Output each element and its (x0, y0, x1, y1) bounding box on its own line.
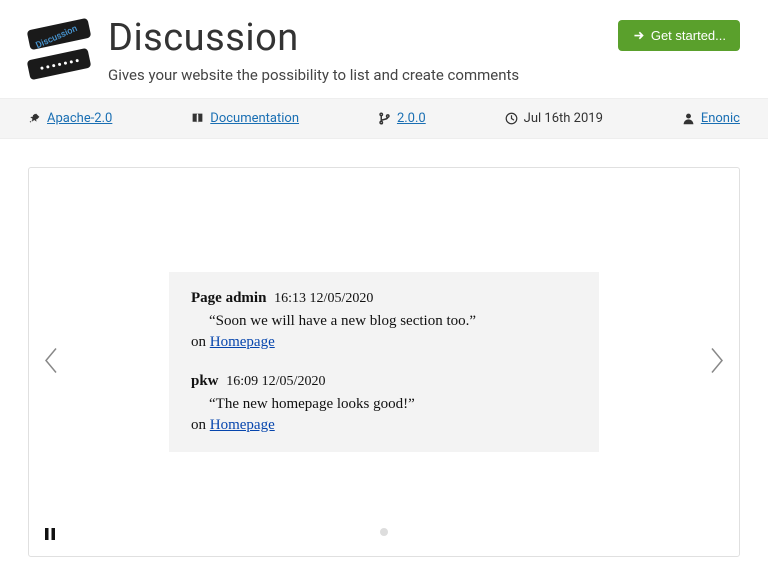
carousel-pause-button[interactable] (43, 527, 57, 544)
meta-bar: Apache-2.0 Documentation 2.0.0 Jul 16th … (0, 98, 768, 139)
carousel-slide: Page admin 16:13 12/05/2020 “Soon we wil… (169, 272, 599, 452)
get-started-button[interactable]: Get started... (618, 20, 740, 51)
carousel-dot[interactable] (380, 528, 388, 536)
clock-icon (505, 112, 518, 125)
author-link[interactable]: Enonic (701, 111, 740, 126)
documentation-item: Documentation (191, 111, 299, 126)
date-text: Jul 16th 2019 (524, 111, 603, 126)
chevron-left-icon (43, 346, 61, 374)
date-item: Jul 16th 2019 (505, 111, 603, 126)
comment-item: Page admin 16:13 12/05/2020 “Soon we wil… (191, 290, 577, 351)
comment-author: pkw (191, 373, 219, 389)
logo: Discussion (28, 18, 90, 80)
comment-time: 16:13 12/05/2020 (274, 291, 373, 306)
comment-page-link[interactable]: Homepage (210, 334, 275, 350)
carousel: Page admin 16:13 12/05/2020 “Soon we wil… (28, 167, 740, 557)
get-started-label: Get started... (651, 28, 726, 43)
chevron-right-icon (707, 346, 725, 374)
comment-time: 16:09 12/05/2020 (226, 374, 325, 389)
author-item: Enonic (682, 111, 740, 126)
documentation-link[interactable]: Documentation (210, 111, 299, 126)
carousel-next-button[interactable] (699, 338, 733, 385)
header: Discussion Discussion Gives your website… (0, 0, 768, 98)
carousel-prev-button[interactable] (35, 338, 69, 385)
comment-body: “Soon we will have a new blog section to… (209, 313, 577, 330)
license-link[interactable]: Apache-2.0 (47, 111, 112, 126)
book-icon (191, 112, 204, 125)
comment-location: on Homepage (191, 417, 577, 434)
comment-author: Page admin (191, 290, 266, 306)
pin-icon (28, 112, 41, 125)
version-item: 2.0.0 (378, 111, 426, 126)
arrow-right-icon (632, 29, 645, 42)
comment-location: on Homepage (191, 334, 577, 351)
carousel-dots (380, 521, 388, 540)
logo-label: Discussion (35, 24, 79, 51)
comment-item: pkw 16:09 12/05/2020 “The new homepage l… (191, 373, 577, 434)
branch-icon (378, 112, 391, 125)
comment-page-link[interactable]: Homepage (210, 417, 275, 433)
version-link[interactable]: 2.0.0 (397, 111, 426, 126)
license-item: Apache-2.0 (28, 111, 112, 126)
pause-icon (43, 527, 57, 541)
user-icon (682, 112, 695, 125)
comment-body: “The new homepage looks good!” (209, 396, 577, 413)
subtitle: Gives your website the possibility to li… (108, 66, 740, 84)
